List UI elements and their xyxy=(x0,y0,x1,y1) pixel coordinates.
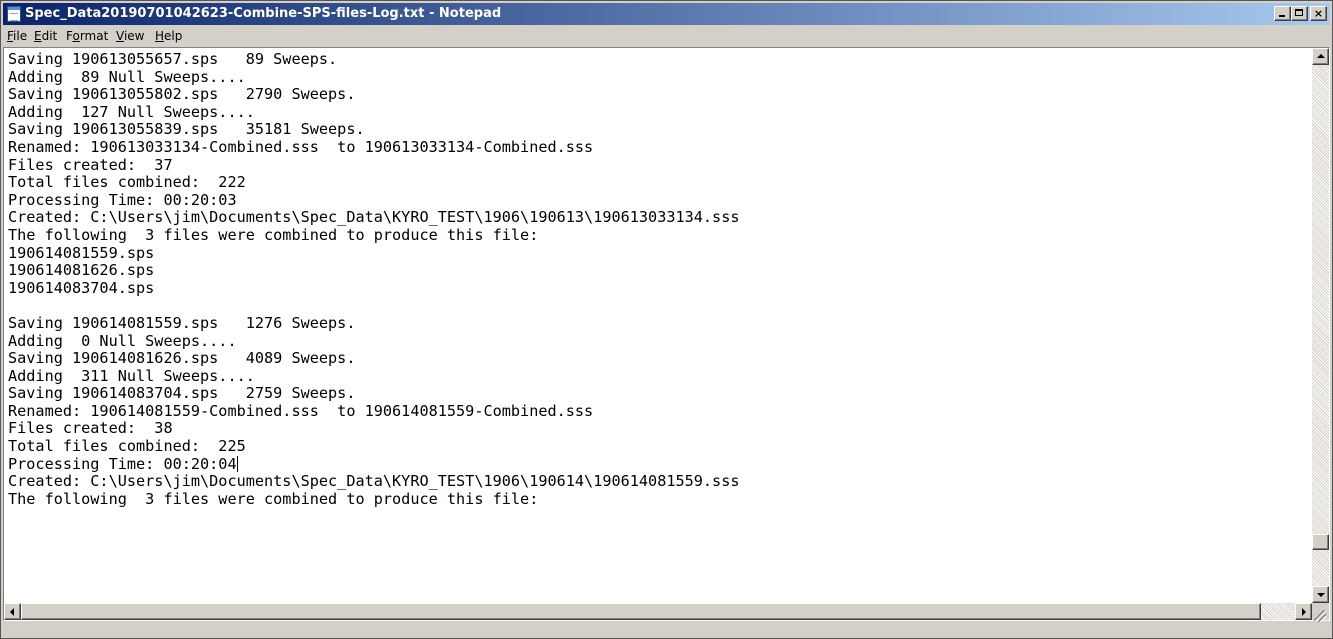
menu-view[interactable]: View xyxy=(116,29,144,43)
menu-help-hotkey: H xyxy=(155,29,165,43)
menu-edit[interactable]: Edit xyxy=(34,29,57,43)
menu-edit-hotkey: E xyxy=(34,29,42,43)
arrow-up-icon xyxy=(1317,54,1325,58)
text-line: Processing Time: 00:20:03 xyxy=(8,190,237,209)
text-line: The following 3 files were combined to p… xyxy=(8,489,539,508)
text-line: Saving 190614081559.sps 1276 Sweeps. xyxy=(8,313,356,332)
text-line: Processing Time: 00:20:04 xyxy=(8,454,237,473)
text-line: Saving 190614081626.sps 4089 Sweeps. xyxy=(8,349,356,368)
text-line: Files created: 37 xyxy=(8,155,173,174)
text-line: Saving 190614083704.sps 2759 Sweeps. xyxy=(8,384,356,403)
text-line: Renamed: 190614081559-Combined.sss to 19… xyxy=(8,401,594,420)
maximize-button[interactable] xyxy=(1291,6,1308,21)
minimize-icon xyxy=(1279,15,1285,17)
notepad-window: Spec_Data20190701042623-Combine-SPS-file… xyxy=(0,0,1333,639)
text-line: 190614081626.sps xyxy=(8,261,155,280)
menu-view-label: iew xyxy=(123,29,145,43)
menu-format-label: rmat xyxy=(79,29,109,43)
maximize-icon xyxy=(1295,9,1303,16)
close-button[interactable]: × xyxy=(1310,6,1327,21)
title-bar[interactable]: Spec_Data20190701042623-Combine-SPS-file… xyxy=(3,3,1330,25)
menu-format-hotkey: o xyxy=(72,29,80,43)
text-line: Saving 190613055839.sps 35181 Sweeps. xyxy=(8,120,365,139)
scroll-up-button[interactable] xyxy=(1312,48,1329,65)
menu-help[interactable]: Help xyxy=(155,29,182,43)
text-line: Files created: 38 xyxy=(8,419,173,438)
arrow-down-icon xyxy=(1317,593,1325,597)
text-line: 190614083704.sps xyxy=(8,278,155,297)
text-line: Total files combined: 225 xyxy=(8,437,246,456)
text-line: Renamed: 190613033134-Combined.sss to 19… xyxy=(8,137,594,156)
vertical-scroll-thumb[interactable] xyxy=(1312,534,1329,550)
text-line: Created: C:\Users\jim\Documents\Spec_Dat… xyxy=(8,208,740,227)
menu-bar: File Edit Format View Help xyxy=(3,26,1330,46)
arrow-left-icon xyxy=(10,608,14,616)
text-caret xyxy=(236,455,238,472)
text-line: Adding 89 Null Sweeps.... xyxy=(8,67,246,86)
arrow-right-icon xyxy=(1302,608,1306,616)
menu-file-label: ile xyxy=(13,29,28,43)
scroll-right-button[interactable] xyxy=(1295,603,1312,620)
text-line: Adding 0 Null Sweeps.... xyxy=(8,331,237,350)
close-icon: × xyxy=(1313,7,1324,20)
scroll-left-button[interactable] xyxy=(4,603,21,620)
text-line: Created: C:\Users\jim\Documents\Spec_Dat… xyxy=(8,472,740,491)
size-grip[interactable] xyxy=(1312,603,1329,622)
minimize-button[interactable] xyxy=(1274,6,1291,21)
menu-file[interactable]: File xyxy=(7,29,27,43)
editor-content[interactable]: Saving 190613055657.sps 89 Sweeps. Addin… xyxy=(5,49,1312,508)
text-editor[interactable]: Saving 190613055657.sps 89 Sweeps. Addin… xyxy=(3,47,1330,622)
text-line: Adding 127 Null Sweeps.... xyxy=(8,102,255,121)
text-line: 190614081559.sps xyxy=(8,243,155,262)
menu-view-hotkey: V xyxy=(116,29,124,43)
notepad-icon[interactable] xyxy=(7,6,21,22)
window-title: Spec_Data20190701042623-Combine-SPS-file… xyxy=(25,6,502,21)
text-line: The following 3 files were combined to p… xyxy=(8,225,539,244)
menu-format[interactable]: Format xyxy=(66,29,108,43)
scroll-down-button[interactable] xyxy=(1312,586,1329,603)
resize-grip-icon xyxy=(1314,610,1326,622)
horizontal-scroll-thumb[interactable] xyxy=(21,603,1261,620)
text-line: Total files combined: 222 xyxy=(8,173,246,192)
horizontal-scrollbar[interactable] xyxy=(4,603,1312,620)
text-line: Adding 311 Null Sweeps.... xyxy=(8,366,255,385)
menu-edit-label: dit xyxy=(41,29,58,43)
vertical-scrollbar[interactable] xyxy=(1312,48,1329,603)
text-area[interactable]: Saving 190613055657.sps 89 Sweeps. Addin… xyxy=(5,49,1312,603)
menu-help-label: elp xyxy=(164,29,183,43)
text-line: Saving 190613055657.sps 89 Sweeps. xyxy=(8,50,338,68)
text-line: Saving 190613055802.sps 2790 Sweeps. xyxy=(8,85,356,104)
